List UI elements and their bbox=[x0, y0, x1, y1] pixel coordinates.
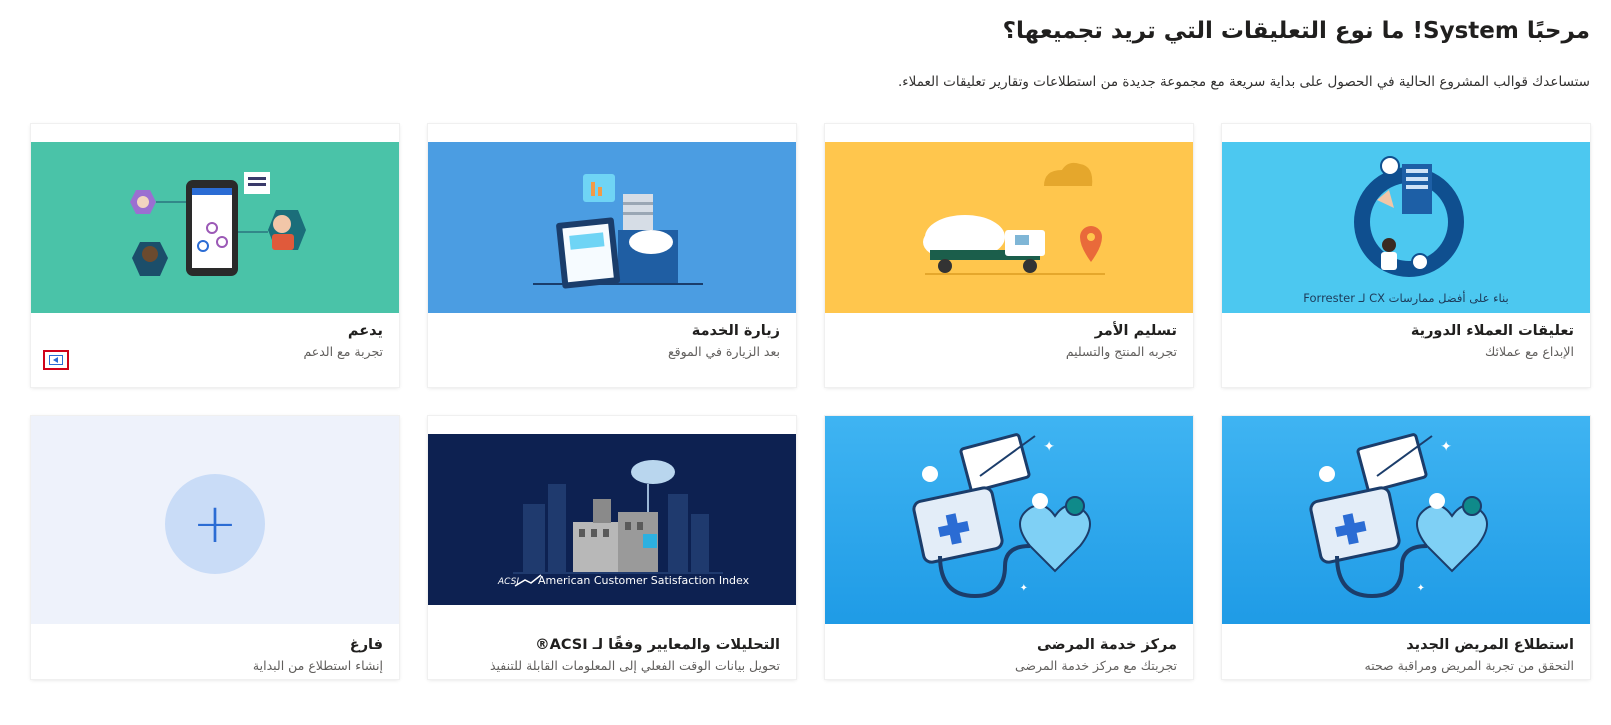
template-card-order-delivery[interactable]: تسليم الأمر تجربه المنتج والتسليم bbox=[825, 124, 1193, 387]
template-card-service-visit[interactable]: زيارة الخدمة بعد الزيارة في الموقع bbox=[428, 124, 796, 387]
template-description: تحويل بيانات الوقت الفعلي إلى المعلومات … bbox=[489, 658, 780, 673]
forrester-caption: بناء على أفضل ممارسات CX لـ Forrester bbox=[1303, 291, 1509, 305]
empty-template-area: + bbox=[31, 416, 399, 624]
acsi-caption: American Customer Satisfaction Index bbox=[538, 574, 750, 587]
medical-kit-illustration: ✦ ✦ bbox=[825, 416, 1193, 624]
svg-text:✦: ✦ bbox=[1417, 583, 1425, 594]
svg-text:✦: ✦ bbox=[1440, 439, 1452, 455]
template-card-support[interactable]: يدعم تجربة مع الدعم bbox=[31, 124, 399, 387]
template-title: استطلاع المريض الجديد bbox=[1406, 637, 1574, 653]
template-description: بعد الزيارة في الموقع bbox=[667, 344, 780, 359]
template-description: التحقق من تجربة المريض ومراقبة صحته bbox=[1364, 658, 1574, 673]
template-description: تجربة مع الدعم bbox=[303, 344, 383, 359]
feedback-icon[interactable] bbox=[43, 350, 69, 370]
template-title: زيارة الخدمة bbox=[691, 323, 780, 339]
template-title: مركز خدمة المرضى bbox=[1037, 637, 1177, 653]
customer-loop-illustration: بناء على أفضل ممارسات CX لـ Forrester bbox=[1222, 142, 1590, 313]
template-title: يدعم bbox=[347, 323, 383, 339]
plus-icon[interactable]: + bbox=[165, 474, 265, 574]
page-title: مرحبًا System! ما نوع التعليقات التي تري… bbox=[1002, 18, 1590, 44]
svg-text:✦: ✦ bbox=[1020, 583, 1028, 594]
template-card-customer-feedback[interactable]: بناء على أفضل ممارسات CX لـ Forrester تع… bbox=[1222, 124, 1590, 387]
template-description: الإبداع مع عملائك bbox=[1484, 344, 1574, 359]
svg-text:✦: ✦ bbox=[1043, 439, 1055, 455]
template-grid: بناء على أفضل ممارسات CX لـ Forrester تع… bbox=[30, 124, 1590, 679]
delivery-truck-illustration bbox=[825, 142, 1193, 313]
template-card-new-patient-survey[interactable]: ✦ ✦ استطلاع المريض الجديد التحقق من تجرب… bbox=[1222, 416, 1590, 679]
template-title: تسليم الأمر bbox=[1094, 323, 1177, 339]
template-card-empty[interactable]: + فارغ إنشاء استطلاع من البداية bbox=[31, 416, 399, 679]
template-description: إنشاء استطلاع من البداية bbox=[252, 658, 383, 673]
city-cloud-illustration: ACSI American Customer Satisfaction Inde… bbox=[428, 434, 796, 605]
template-title: التحليلات والمعايير وفقًا لـ ACSI® bbox=[535, 637, 780, 653]
template-description: تجربه المنتج والتسليم bbox=[1065, 344, 1177, 359]
medical-kit-illustration: ✦ ✦ bbox=[1222, 416, 1590, 624]
template-card-acsi[interactable]: ACSI American Customer Satisfaction Inde… bbox=[428, 416, 796, 679]
template-title: فارغ bbox=[349, 637, 383, 653]
acsi-logo: ACSI bbox=[498, 577, 519, 587]
template-card-patient-service-center[interactable]: ✦ ✦ مركز خدمة المرضى تجربتك مع مركز خدمة… bbox=[825, 416, 1193, 679]
template-title: تعليقات العملاء الدورية bbox=[1410, 323, 1574, 339]
page-subtitle: ستساعدك قوالب المشروع الحالية في الحصول … bbox=[898, 74, 1590, 90]
service-visit-illustration bbox=[428, 142, 796, 313]
support-illustration bbox=[31, 142, 399, 313]
template-description: تجربتك مع مركز خدمة المرضى bbox=[1014, 658, 1177, 673]
